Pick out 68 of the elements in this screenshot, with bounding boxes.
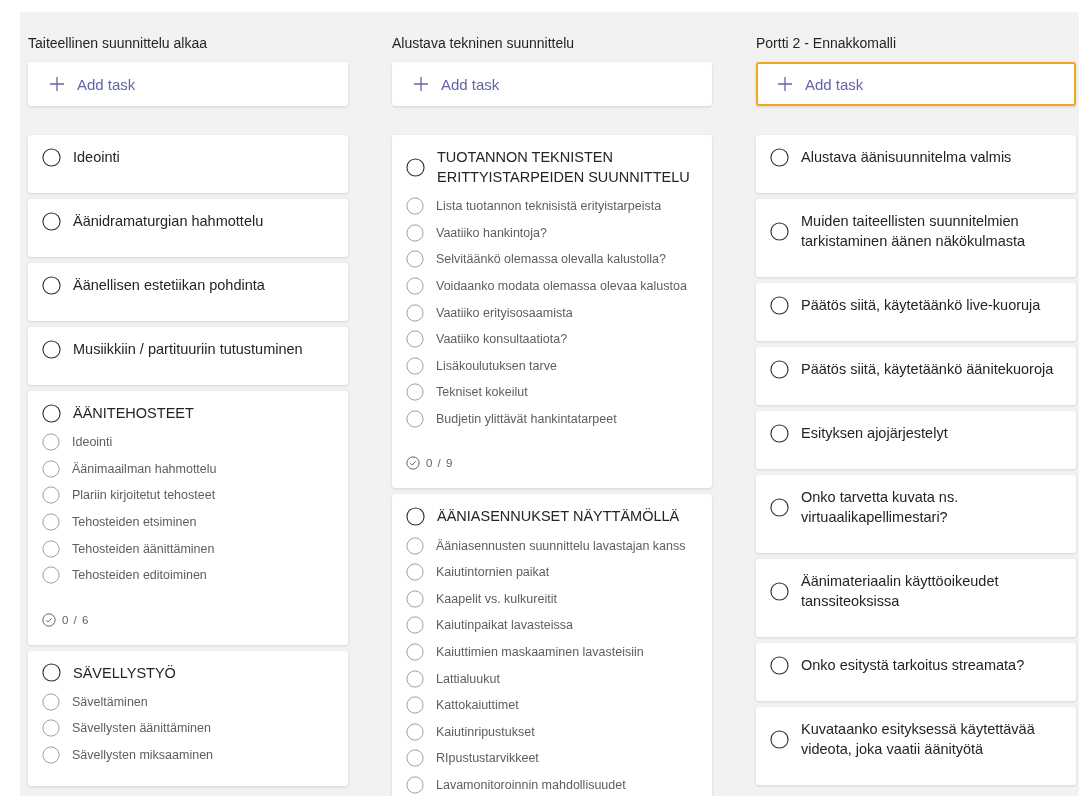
checklist-item: Vaatiiko erityisosaamista: [436, 305, 573, 320]
task-title: Muiden taiteellisten suunnitelmien tarkistaminen äänen näkökulmasta: [801, 212, 1027, 251]
checklist-item: Tehosteiden editoiminen: [72, 568, 207, 583]
task-title: Onko esitystä tarkoitus streamata?: [801, 656, 1025, 675]
task-card[interactable]: Äänidramaturgian hahmottelu: [28, 199, 348, 257]
task-card[interactable]: SÄVELLYSTYÖ Säveltäminen Sävellysten äänittäminen Sävellysten miksaaminen: [28, 650, 348, 787]
task-title: ÄÄNITEHOSTEET: [73, 404, 194, 423]
checklist-item: Tehosteiden etsiminen: [72, 515, 197, 530]
task-title: Esityksen ajojärjestelyt: [801, 424, 948, 443]
task-title: Äänimateriaalin käyttöoikeudet tanssiteoksissa: [801, 572, 1000, 611]
task-title: Ideointi: [73, 148, 120, 167]
task-card[interactable]: Muiden taiteellisten suunnitelmien tarkistaminen äänen näkökulmasta: [756, 199, 1076, 277]
task-title: Onko tarvetta kuvata ns. virtuaalikapellimestari?: [801, 488, 960, 527]
checklist-item: Lattialuukut: [436, 671, 500, 686]
checklist-item: Ideointi: [72, 435, 113, 450]
task-title: Päätös siitä, käytetäänkö live-kuoruja: [801, 296, 1041, 315]
checklist-item: Säveltäminen: [72, 694, 148, 709]
checklist-item: Kaiutinpaikat lavasteissa: [436, 618, 573, 633]
checklist-item: Budjetin ylittävät hankintatarpeet: [436, 412, 617, 427]
task-card[interactable]: Ideointi: [28, 135, 348, 193]
checklist-item: Sävellysten miksaaminen: [72, 748, 214, 763]
task-card[interactable]: ÄÄNITEHOSTEET Ideointi Äänimaailman hahmottelu Plariin kirjoitetut tehosteet Tehosteiden etsiminen Tehosteiden äänittäminen Tehosteiden editoiminen 0 / 6: [28, 391, 348, 645]
task-card[interactable]: Esityksen ajojärjestelyt: [756, 411, 1076, 469]
checklist-item: Kaiutinripustukset: [436, 724, 535, 739]
task-card[interactable]: Äänimateriaalin käyttöoikeudet tanssiteoksissa: [756, 559, 1076, 637]
checklist-item: Lista tuotannon teknisistä erityistarpeista: [436, 199, 662, 214]
checklist-item: Äänimaailman hahmottelu: [72, 461, 217, 476]
column-title: Taiteellinen suunnittelu alkaa: [28, 34, 208, 52]
checklist-item: Ääniasennusten suunnittelu lavastajan kanss: [436, 538, 686, 553]
checklist-item: RIpustustarvikkeet: [436, 751, 539, 766]
add-task-button[interactable]: Add task: [28, 62, 348, 106]
task-title: SÄVELLYSTYÖ: [73, 663, 176, 683]
task-title: Kuvataanko esityksessä käytettävää videota, joka vaatii äänityötä: [801, 720, 1036, 759]
task-card[interactable]: Päätös siitä, käytetäänkö äänitekuoroja: [756, 347, 1076, 405]
task-card[interactable]: Päätös siitä, käytetäänkö live-kuoruja: [756, 283, 1076, 341]
checklist-item: Kaapelit vs. kulkureitit: [436, 591, 557, 606]
checklist-item: Tekniset kokeilut: [436, 385, 528, 400]
checklist-count: 0 / 9: [426, 457, 454, 470]
checklist-item: Plariin kirjoitetut tehosteet: [72, 488, 216, 503]
task-card[interactable]: Onko tarvetta kuvata ns. virtuaalikapellimestari?: [756, 475, 1076, 553]
checklist-item: Voidaanko modata olemassa olevaa kalustoa: [436, 279, 687, 294]
task-card[interactable]: Musiikkiin / partituuriin tutustuminen: [28, 327, 348, 385]
task-title: ÄÄNIASENNUKSET NÄYTTÄMÖLLÄ: [437, 507, 680, 527]
checklist-item: Tehosteiden äänittäminen: [72, 541, 215, 556]
task-title: Äänellisen estetiikan pohdinta: [73, 276, 265, 295]
checklist-item: Kattokaiuttimet: [436, 698, 519, 713]
task-title: Päätös siitä, käytetäänkö äänitekuoroja: [801, 360, 1054, 379]
task-title: TUOTANNON TEKNISTEN ERITTYISTARPEIDEN SUUNNITTELU: [437, 148, 691, 187]
task-title: Äänidramaturgian hahmottelu: [73, 212, 264, 231]
task-card[interactable]: Onko esitystä tarkoitus streamata?: [756, 643, 1076, 701]
checklist-item: Lavamonitoroinnin mahdollisuudet: [436, 778, 626, 792]
checklist-item: Selvitäänkö olemassa olevalla kalustolla?: [436, 252, 666, 267]
checklist-count: 0 / 6: [62, 613, 90, 626]
task-title: Musiikkiin / partituuriin tutustuminen: [73, 340, 303, 359]
task-card[interactable]: Äänellisen estetiikan pohdinta: [28, 263, 348, 321]
checklist-item: Kaiuttimien maskaaminen lavasteisiin: [436, 645, 644, 659]
checklist-item: Kaiutintornien paikat: [436, 565, 550, 580]
task-card[interactable]: Kuvataanko esityksessä käytettävää videota, joka vaatii äänityötä: [756, 707, 1076, 785]
task-title: Alustava äänisuunnitelma valmis: [801, 148, 1012, 167]
column-title: Alustava tekninen suunnittelu: [392, 34, 576, 52]
column-title: Portti 2 - Ennakkomalli: [756, 34, 898, 52]
add-task-button[interactable]: Add task: [756, 62, 1076, 106]
task-card[interactable]: Alustava äänisuunnitelma valmis: [756, 135, 1076, 193]
checklist-item: Lisäkoulutuksen tarve: [436, 358, 557, 373]
checklist-item: Vaatiiko hankintoja?: [436, 225, 547, 240]
add-task-button[interactable]: Add task: [392, 62, 712, 106]
checklist-item: Sävellysten äänittäminen: [72, 721, 211, 736]
checklist-item: Vaatiiko konsultaatiota?: [436, 332, 568, 347]
